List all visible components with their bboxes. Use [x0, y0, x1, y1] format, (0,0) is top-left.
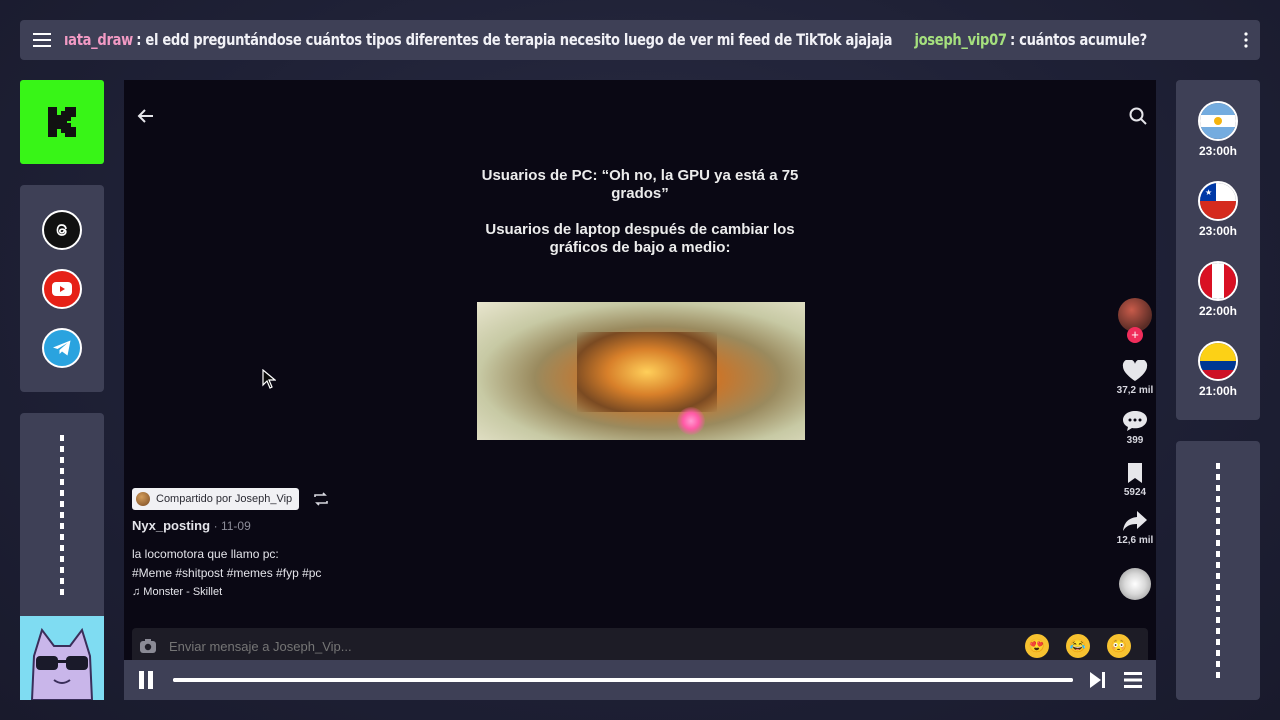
search-icon[interactable]	[1128, 106, 1148, 126]
meme-caption-top: Usuarios de PC: “Oh no, la GPU ya está a…	[481, 167, 799, 202]
post-caption: la locomotora que llamo pc: #Meme #shitp…	[132, 545, 321, 583]
back-arrow-icon[interactable]	[136, 106, 156, 126]
comment-icon[interactable]	[1122, 410, 1148, 432]
hamburger-menu-icon[interactable]	[20, 20, 64, 60]
dashed-divider	[60, 435, 64, 595]
chile-flag-icon: ★	[1198, 181, 1238, 221]
youtube-icon[interactable]	[42, 269, 82, 309]
sharer-avatar	[136, 492, 150, 506]
share-action[interactable]: 12,6 mil	[1114, 510, 1156, 546]
schedule-time: 23:00h	[1198, 224, 1238, 238]
telegram-icon[interactable]	[42, 328, 82, 368]
kick-icon	[48, 107, 76, 137]
social-links-panel	[20, 185, 104, 392]
shared-by-label: Compartido por Joseph_Vip	[156, 493, 293, 505]
chat-ticker: ıata_draw: el edd preguntándose cuántos …	[64, 20, 1232, 60]
message-input[interactable]	[169, 638, 1025, 654]
schedule-item: 21:00h	[1176, 341, 1260, 398]
progress-fill	[173, 678, 1073, 682]
schedule-item: ★ 23:00h	[1176, 181, 1260, 238]
chat-message: : el edd preguntándose cuántos tipos dif…	[136, 30, 893, 49]
laughing-emoji-icon[interactable]: 😂	[1066, 634, 1090, 658]
caption-hashtags[interactable]: #Meme #shitpost #memes #fyp #pc	[132, 564, 321, 583]
colombia-flag-icon	[1198, 341, 1238, 381]
threads-icon[interactable]	[42, 210, 82, 250]
follow-plus-icon[interactable]: +	[1127, 327, 1143, 343]
chat-username: ıata_draw	[64, 30, 133, 49]
schedule-item: 23:00h	[1176, 101, 1260, 158]
schedule-time: 23:00h	[1198, 144, 1238, 158]
save-count: 5924	[1123, 487, 1147, 498]
heart-eyes-emoji-icon[interactable]: 😍	[1025, 634, 1049, 658]
schedule-panel: 23:00h ★ 23:00h 22:00h 21:00h	[1176, 80, 1260, 420]
right-decor-panel	[1176, 441, 1260, 700]
camera-icon[interactable]	[132, 628, 164, 664]
heart-icon[interactable]	[1122, 359, 1148, 382]
bookmark-icon[interactable]	[1124, 462, 1146, 484]
argentina-flag-icon	[1198, 101, 1238, 141]
pause-icon[interactable]	[124, 660, 168, 700]
post-author[interactable]: Nyx_posting · 11-09	[132, 518, 251, 533]
comment-action[interactable]: 399	[1114, 410, 1156, 446]
progress-track[interactable]	[173, 678, 1073, 682]
left-decor-panel	[20, 413, 104, 618]
skip-next-icon[interactable]	[1088, 670, 1108, 690]
music-track[interactable]: ♫ Monster - Skillet	[132, 586, 222, 598]
like-count: 37,2 mil	[1116, 385, 1154, 396]
mouse-cursor-icon	[262, 369, 276, 389]
dashed-divider	[1216, 463, 1220, 681]
shared-by-badge: Compartido por Joseph_Vip	[132, 488, 300, 510]
chat-username: joseph_vip07	[914, 30, 1007, 49]
locomotive-shape	[577, 332, 717, 412]
message-bar: 😍 😂 😳	[132, 628, 1148, 664]
schedule-time: 22:00h	[1198, 304, 1238, 318]
video-view[interactable]: Usuarios de PC: “Oh no, la GPU ya está a…	[124, 80, 1156, 700]
flushed-emoji-icon[interactable]: 😳	[1107, 634, 1131, 658]
meme-image-locomotive	[477, 302, 805, 440]
share-count: 12,6 mil	[1116, 535, 1154, 546]
playlist-menu-icon[interactable]	[1123, 670, 1143, 690]
author-name[interactable]: Nyx_posting	[132, 518, 210, 533]
player-controls	[124, 660, 1156, 700]
chat-ticker-bar: ıata_draw: el edd preguntándose cuántos …	[20, 20, 1260, 60]
cat-mascot	[20, 616, 104, 700]
kick-logo	[20, 80, 104, 164]
schedule-item: 22:00h	[1176, 261, 1260, 318]
peru-flag-icon	[1198, 261, 1238, 301]
post-date: · 11-09	[213, 519, 251, 533]
chat-message: : cuántos acumule?	[1009, 30, 1147, 49]
comment-count: 399	[1126, 435, 1144, 446]
schedule-time: 21:00h	[1198, 384, 1238, 398]
caption-text: la locomotora que llamo pc:	[132, 547, 279, 561]
share-arrow-icon[interactable]	[1122, 510, 1148, 532]
meme-caption-bottom: Usuarios de laptop después de cambiar lo…	[485, 221, 795, 256]
like-action[interactable]: 37,2 mil	[1114, 359, 1156, 396]
music-disc-icon[interactable]	[1119, 568, 1151, 600]
more-options-icon[interactable]	[1232, 20, 1260, 60]
save-action[interactable]: 5924	[1114, 462, 1156, 498]
light-glare	[677, 407, 705, 435]
repost-icon[interactable]	[312, 490, 330, 508]
